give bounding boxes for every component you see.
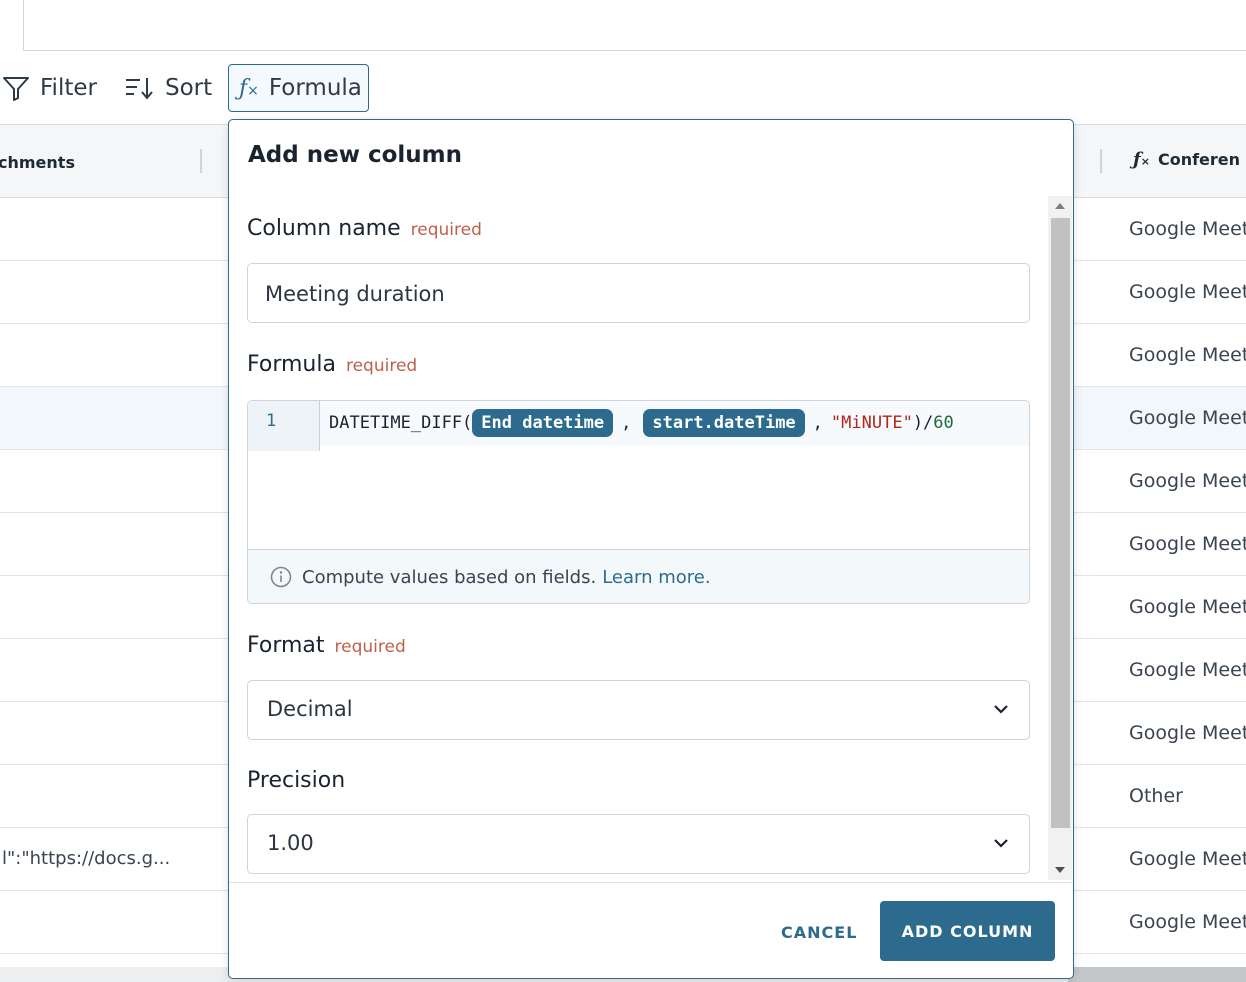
format-select[interactable]: Decimal — [247, 680, 1030, 740]
table-cell-conference: Google Meet — [1129, 659, 1246, 681]
separator: , — [621, 413, 632, 433]
chevron-down-icon — [994, 705, 1008, 714]
toolbar: Filter Sort ƒ× Formula — [0, 64, 1246, 114]
table-cell-conference: Google Meet — [1129, 596, 1246, 618]
top-input-area[interactable] — [23, 0, 1246, 51]
field-chip-start-datetime[interactable]: start.dateTime — [643, 409, 805, 437]
closing-paren: )/ — [912, 413, 934, 433]
table-cell-conference: Google Meet — [1129, 722, 1246, 744]
formula-label-text: Formula — [247, 352, 336, 377]
table-cell: l":"https://docs.g... — [2, 848, 171, 869]
format-label: Format required — [247, 633, 406, 658]
formula-field-label: Formula required — [247, 352, 417, 377]
table-cell-conference: Google Meet — [1129, 344, 1246, 366]
table-cell-conference: Google Meet — [1129, 848, 1246, 870]
formula-editor[interactable]: 1 DATETIME_DIFF( End datetime , start.da… — [247, 400, 1030, 604]
formula-hint: Compute values based on fields. Learn mo… — [248, 549, 1029, 603]
column-header-conference[interactable]: ƒ× Conferen — [1133, 149, 1240, 170]
formula-button[interactable]: ƒ× Formula — [228, 64, 369, 112]
string-literal: "MiNUTE" — [830, 413, 913, 433]
dialog-scrollbar[interactable] — [1048, 196, 1072, 880]
editor-gutter: 1 — [248, 401, 320, 451]
horizontal-scrollbar-thumb[interactable] — [1068, 967, 1246, 982]
filter-button[interactable]: Filter — [2, 64, 97, 112]
formula-code[interactable]: DATETIME_DIFF( End datetime , start.date… — [329, 409, 954, 437]
required-tag: required — [345, 356, 418, 376]
scroll-up-arrow-icon[interactable] — [1055, 203, 1065, 209]
learn-more-link[interactable]: Learn more. — [602, 567, 710, 588]
chevron-down-icon — [994, 839, 1008, 848]
dialog-title: Add new column — [248, 142, 462, 168]
scroll-down-arrow-icon[interactable] — [1055, 867, 1065, 873]
required-tag: required — [410, 220, 482, 240]
field-chip-end-datetime[interactable]: End datetime — [472, 409, 614, 437]
function-icon: ƒ× — [1133, 149, 1150, 170]
column-name-label: Column name required — [247, 216, 482, 241]
formula-label: Formula — [268, 75, 362, 101]
table-cell-conference: Google Meet — [1129, 533, 1246, 555]
required-tag: required — [334, 637, 406, 657]
separator: , — [812, 413, 823, 433]
filter-label: Filter — [40, 75, 97, 101]
column-name-label-text: Column name — [247, 216, 401, 241]
sort-label: Sort — [165, 75, 213, 101]
table-cell-conference: Other — [1129, 785, 1183, 807]
table-cell-conference: Google Meet — [1129, 911, 1246, 933]
function-icon: ƒ× — [239, 76, 259, 101]
table-cell-conference: Google Meet — [1129, 470, 1246, 492]
precision-select[interactable]: 1.00 — [247, 814, 1030, 874]
column-resize-handle[interactable] — [1100, 149, 1102, 173]
table-cell-conference: Google Meet — [1129, 281, 1246, 303]
column-resize-handle[interactable] — [200, 149, 202, 173]
number-literal: 60 — [933, 413, 954, 433]
precision-value: 1.00 — [267, 831, 314, 855]
function-name: DATETIME_DIFF( — [329, 413, 473, 433]
filter-icon — [3, 77, 29, 101]
table-cell-conference: Google Meet — [1129, 407, 1246, 429]
dialog-footer: CANCEL ADD COLUMN — [229, 882, 1073, 979]
column-header-label: Conferen — [1157, 150, 1241, 169]
info-icon — [270, 566, 292, 588]
cancel-button[interactable]: CANCEL — [781, 923, 857, 942]
add-column-button[interactable]: ADD COLUMN — [880, 901, 1055, 961]
dialog-scrollbar-thumb[interactable] — [1051, 218, 1070, 828]
add-column-dialog: Add new column Column name required Meeti… — [228, 119, 1074, 979]
sort-button[interactable]: Sort — [125, 64, 212, 112]
format-label-text: Format — [247, 633, 325, 658]
precision-label: Precision — [247, 768, 346, 793]
dialog-body: Column name required Meeting duration For… — [229, 194, 1073, 882]
table-cell-conference: Google Meet — [1129, 218, 1246, 240]
column-header-attachments[interactable]: chments — [0, 153, 75, 172]
sort-icon — [126, 78, 153, 100]
hint-text: Compute values based on fields. — [302, 566, 597, 588]
format-value: Decimal — [267, 697, 353, 721]
line-number: 1 — [266, 411, 277, 431]
column-name-input[interactable]: Meeting duration — [247, 263, 1030, 323]
